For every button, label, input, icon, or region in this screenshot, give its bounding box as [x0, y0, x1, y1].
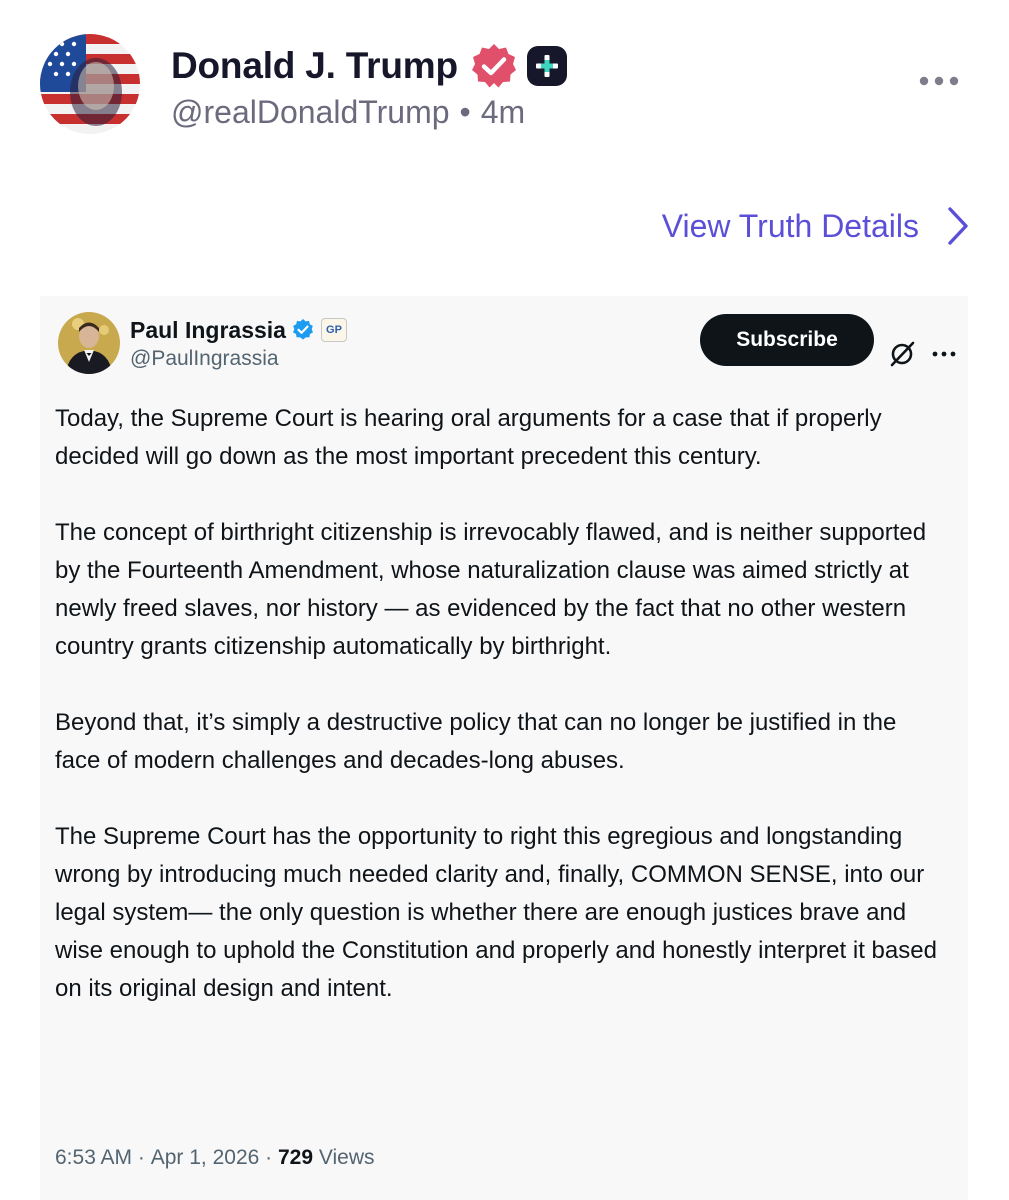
chevron-right-icon [948, 207, 968, 245]
person-avatar-icon [58, 312, 120, 374]
subscribe-button: Subscribe [700, 314, 874, 366]
plus-badge-icon [526, 46, 567, 86]
post-timestamp: 4m [480, 94, 526, 130]
flag-portrait-avatar-icon [40, 34, 140, 134]
post-time: 6:53 AM [55, 1146, 133, 1169]
meta-separator: · [259, 1146, 278, 1169]
post-paragraph: Today, the Supreme Court is hearing oral… [55, 405, 882, 470]
view-truth-details-link[interactable]: View Truth Details [662, 204, 971, 248]
embedded-post-header: Paul Ingrassia GP @PaulIngrassia Subscri… [54, 310, 956, 380]
author-handle[interactable]: @realDonaldTrump [171, 94, 450, 131]
more-horizontal-icon[interactable] [918, 74, 960, 88]
view-truth-details-label: View Truth Details [661, 207, 919, 244]
post-date: Apr 1, 2026 [150, 1146, 260, 1169]
embedded-post-image[interactable]: Paul Ingrassia GP @PaulIngrassia Subscri… [40, 296, 968, 1200]
embedded-more-icon [932, 351, 956, 357]
verified-badge-icon [471, 44, 516, 88]
grok-icon [890, 341, 915, 367]
embedded-author-handle: @PaulIngrassia [130, 347, 279, 370]
author-block: Donald J. Trump @realDonaldTrump • 4m [171, 40, 568, 131]
avatar[interactable] [40, 34, 140, 134]
embedded-name-line: Paul Ingrassia GP [130, 314, 347, 346]
embedded-post-meta: 6:53 AM · Apr 1, 2026 · 729 Views [55, 1146, 375, 1170]
affiliate-badge: GP [320, 318, 347, 342]
views-label: Views [318, 1146, 375, 1169]
handle-line: @realDonaldTrump • 4m [171, 94, 568, 131]
post-paragraph: Beyond that, it’s simply a destructive p… [55, 709, 897, 774]
embedded-avatar [58, 312, 120, 374]
views-count: 729 [278, 1146, 314, 1169]
author-line: Donald J. Trump [171, 40, 568, 92]
verified-check-icon [292, 319, 313, 340]
embedded-name-block: Paul Ingrassia GP @PaulIngrassia [130, 314, 347, 371]
embedded-post-body: Today, the Supreme Court is hearing oral… [55, 400, 947, 1046]
post-header: Donald J. Trump @realDonaldTrump • 4m [40, 34, 980, 144]
post-paragraph: The Supreme Court has the opportunity to… [55, 823, 937, 1002]
embedded-author-name: Paul Ingrassia [130, 316, 286, 343]
post-paragraph: The concept of birthright citizenship is… [55, 519, 927, 660]
separator-dot: • [459, 94, 471, 130]
author-name[interactable]: Donald J. Trump [171, 45, 458, 87]
meta-separator: · [132, 1146, 151, 1169]
